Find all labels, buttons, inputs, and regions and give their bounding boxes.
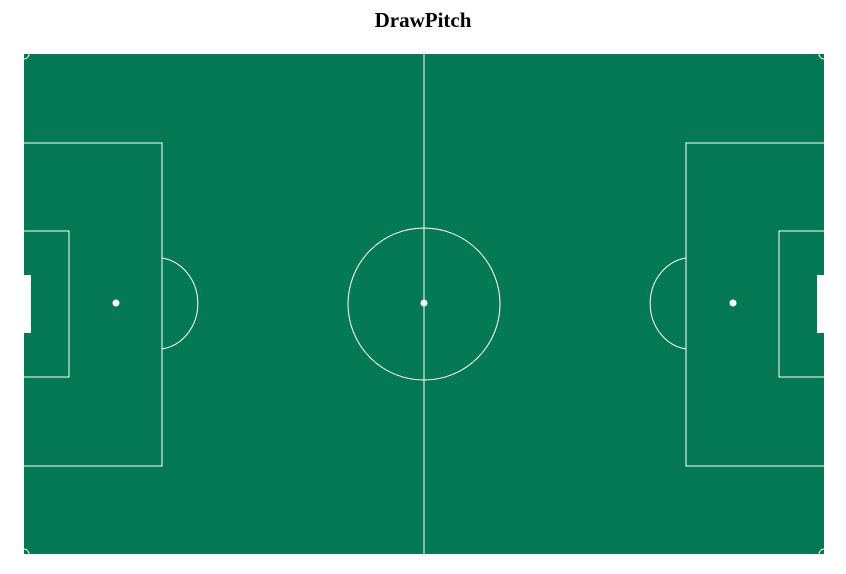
football-pitch xyxy=(23,53,825,555)
left-goal xyxy=(24,275,31,333)
centre-spot xyxy=(420,299,428,307)
right-penalty-spot xyxy=(729,299,737,307)
left-penalty-spot xyxy=(112,299,120,307)
right-goal xyxy=(817,275,824,333)
